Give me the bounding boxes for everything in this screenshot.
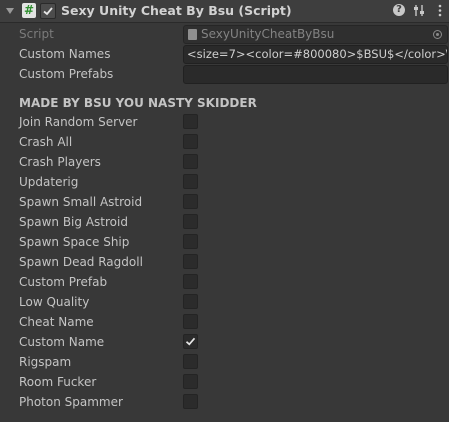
csharp-script-icon: # bbox=[22, 3, 36, 18]
script-object-field[interactable]: SexyUnityCheatByBsu bbox=[183, 25, 448, 44]
script-label: Script bbox=[19, 27, 54, 41]
checkmark-icon bbox=[43, 7, 53, 16]
toggle-row: Updaterig bbox=[0, 172, 449, 192]
toggle-row: Spawn Small Astroid bbox=[0, 192, 449, 212]
toggle-label: Crash All bbox=[19, 135, 73, 149]
toggle-checkbox[interactable] bbox=[183, 294, 198, 309]
custom-names-row: Custom Names <size=7><color=#800080>$BSU… bbox=[0, 44, 449, 64]
preset-sliders-icon[interactable] bbox=[413, 4, 425, 17]
script-field-row: Script SexyUnityCheatByBsu bbox=[0, 24, 449, 44]
toggle-row: Photon Spammer bbox=[0, 392, 449, 412]
object-picker-icon[interactable] bbox=[433, 30, 442, 39]
toggle-checkbox[interactable] bbox=[183, 314, 198, 329]
toggle-row: Custom Name bbox=[0, 332, 449, 352]
toggle-row: Custom Prefab bbox=[0, 272, 449, 292]
toggle-label: Join Random Server bbox=[19, 115, 138, 129]
toggle-label: Spawn Dead Ragdoll bbox=[19, 255, 143, 269]
toggle-row: Spawn Big Astroid bbox=[0, 212, 449, 232]
toggle-checkbox[interactable] bbox=[183, 234, 198, 249]
toggle-label: Spawn Big Astroid bbox=[19, 215, 128, 229]
toggle-checkbox[interactable] bbox=[183, 154, 198, 169]
toggle-row: Join Random Server bbox=[0, 112, 449, 132]
toggle-label: Room Fucker bbox=[19, 375, 97, 389]
custom-prefabs-label: Custom Prefabs bbox=[19, 67, 114, 81]
toggle-checkbox[interactable] bbox=[183, 134, 198, 149]
toggle-label: Photon Spammer bbox=[19, 395, 123, 409]
component-header: # Sexy Unity Cheat By Bsu (Script) ? bbox=[0, 0, 449, 23]
checkmark-icon bbox=[185, 337, 196, 346]
toggle-label: Updaterig bbox=[19, 175, 79, 189]
component-enabled-checkbox[interactable] bbox=[40, 3, 56, 19]
toggle-row: Room Fucker bbox=[0, 372, 449, 392]
toggle-checkbox[interactable] bbox=[183, 194, 198, 209]
toggle-checkbox[interactable] bbox=[183, 174, 198, 189]
custom-prefabs-field[interactable] bbox=[183, 65, 448, 84]
toggle-checkbox[interactable] bbox=[183, 354, 198, 369]
toggle-row: Rigspam bbox=[0, 352, 449, 372]
script-object-name: SexyUnityCheatByBsu bbox=[201, 27, 335, 41]
custom-prefabs-row: Custom Prefabs bbox=[0, 64, 449, 84]
custom-names-value: <size=7><color=#800080>$BSU$</color>\n bbox=[187, 47, 448, 61]
toggle-label: Custom Name bbox=[19, 335, 105, 349]
toggle-label: Rigspam bbox=[19, 355, 72, 369]
toggle-row: Spawn Dead Ragdoll bbox=[0, 252, 449, 272]
toggle-label: Low Quality bbox=[19, 295, 90, 309]
toggle-row: Crash Players bbox=[0, 152, 449, 172]
more-vertical-icon[interactable] bbox=[434, 4, 446, 17]
toggle-checkbox[interactable] bbox=[183, 214, 198, 229]
toggle-label: Custom Prefab bbox=[19, 275, 108, 289]
chevron-down-icon[interactable] bbox=[6, 8, 14, 14]
custom-names-field[interactable]: <size=7><color=#800080>$BSU$</color>\n bbox=[183, 45, 448, 64]
toggle-row: Spawn Space Ship bbox=[0, 232, 449, 252]
toggle-row: Low Quality bbox=[0, 292, 449, 312]
toggle-checkbox[interactable] bbox=[183, 274, 198, 289]
toggle-checkbox[interactable] bbox=[183, 374, 198, 389]
script-file-icon bbox=[188, 29, 197, 40]
section-header: MADE BY BSU YOU NASTY SKIDDER bbox=[19, 96, 257, 110]
toggle-label: Cheat Name bbox=[19, 315, 94, 329]
toggle-checkbox[interactable] bbox=[183, 334, 198, 349]
component-title: Sexy Unity Cheat By Bsu (Script) bbox=[61, 3, 292, 18]
toggle-label: Spawn Small Astroid bbox=[19, 195, 143, 209]
toggle-checkbox[interactable] bbox=[183, 254, 198, 269]
custom-names-label: Custom Names bbox=[19, 47, 111, 61]
toggle-label: Spawn Space Ship bbox=[19, 235, 130, 249]
toggle-row: Cheat Name bbox=[0, 312, 449, 332]
toggle-checkbox[interactable] bbox=[183, 394, 198, 409]
toggle-row: Crash All bbox=[0, 132, 449, 152]
help-icon[interactable]: ? bbox=[393, 4, 405, 16]
toggle-label: Crash Players bbox=[19, 155, 101, 169]
toggle-checkbox[interactable] bbox=[183, 114, 198, 129]
